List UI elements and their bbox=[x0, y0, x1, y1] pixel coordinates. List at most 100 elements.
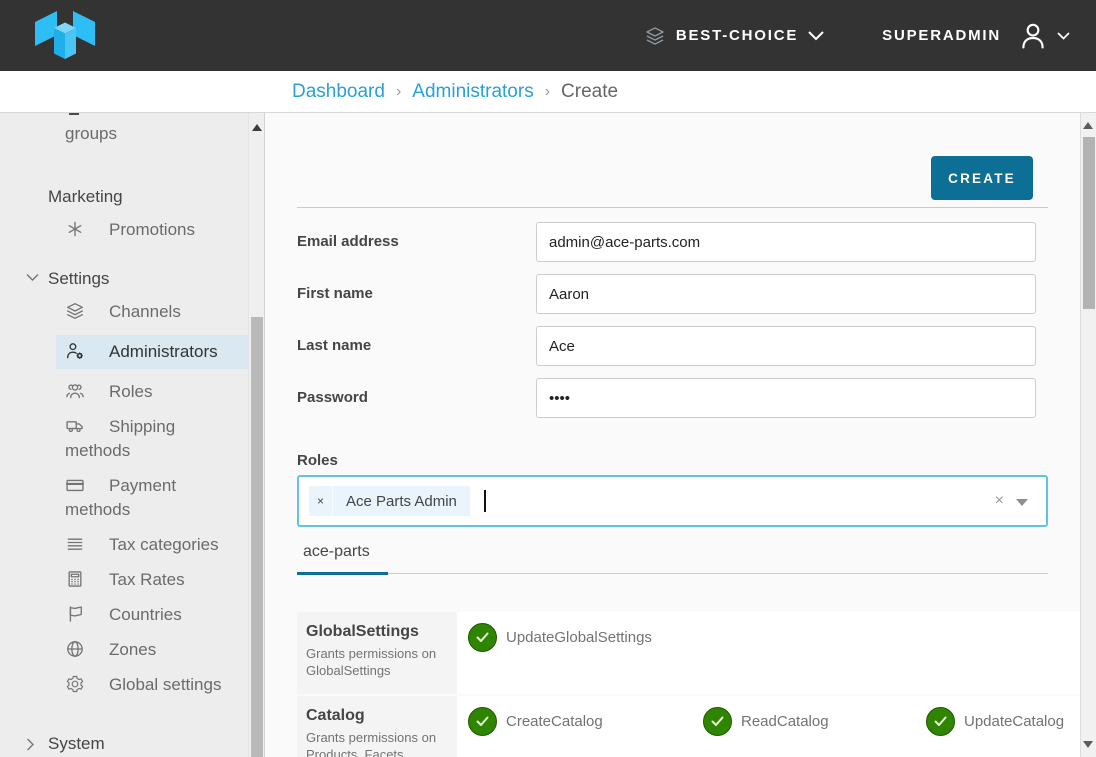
permission-group-header: Catalog Grants permissions on Products, … bbox=[297, 696, 457, 757]
email-address-label: Email address bbox=[297, 222, 536, 262]
sidebar-item-channels[interactable]: Channels bbox=[0, 300, 264, 324]
breadcrumb-dashboard[interactable]: Dashboard bbox=[292, 81, 385, 103]
email-address-field[interactable] bbox=[536, 222, 1036, 262]
asterisk-icon bbox=[65, 219, 85, 239]
toggle-read-catalog[interactable] bbox=[703, 707, 732, 736]
permission-cell: UpdateCatalog bbox=[915, 696, 1080, 757]
toggle-update-catalog[interactable] bbox=[926, 707, 955, 736]
permission-group-header: GlobalSettings Grants permissions on Glo… bbox=[297, 612, 457, 694]
permission-group-description: Grants permissions on Products, Facets bbox=[306, 729, 447, 757]
truck-icon bbox=[65, 416, 85, 436]
breadcrumb-separator: › bbox=[545, 83, 550, 101]
last-name-label: Last name bbox=[297, 326, 536, 366]
permission-cell: UpdateGlobalSettings bbox=[457, 612, 692, 694]
sidebar-item-tax-categories[interactable]: Tax categories bbox=[0, 533, 264, 557]
users-icon bbox=[65, 381, 85, 401]
layers-icon bbox=[65, 301, 85, 321]
tab-ace-parts[interactable]: ace-parts bbox=[297, 539, 388, 575]
clipped-icon bbox=[69, 113, 79, 115]
nav-section-system[interactable]: System bbox=[0, 733, 264, 755]
user-label: SUPERADMIN bbox=[882, 27, 1001, 44]
chevron-down-icon bbox=[26, 273, 39, 282]
first-name-field[interactable] bbox=[536, 274, 1036, 314]
permission-group-title: Catalog bbox=[306, 707, 447, 725]
sidebar-nav: groups Marketing Promotions Settings Cha… bbox=[0, 113, 264, 757]
sidebar-item-promotions[interactable]: Promotions bbox=[0, 218, 264, 242]
breadcrumb-current: Create bbox=[561, 81, 618, 103]
cog-icon bbox=[65, 674, 85, 694]
permission-cell: CreateCatalog bbox=[457, 696, 692, 757]
permission-label: UpdateCatalog bbox=[964, 707, 1064, 737]
roles-select[interactable]: × Ace Parts Admin × bbox=[297, 475, 1048, 527]
chevron-right-icon bbox=[26, 738, 35, 751]
scroll-down-icon[interactable] bbox=[1083, 741, 1093, 748]
list-icon bbox=[65, 534, 85, 554]
permission-row-catalog: Catalog Grants permissions on Products, … bbox=[297, 696, 1080, 757]
permission-label: ReadCatalog bbox=[741, 707, 829, 737]
scroll-up-icon[interactable] bbox=[1083, 122, 1093, 129]
credit-card-icon bbox=[65, 475, 85, 495]
vendure-logo[interactable] bbox=[33, 9, 97, 63]
sidebar-scrollbar[interactable] bbox=[248, 113, 264, 757]
toggle-update-globalsettings[interactable] bbox=[468, 623, 497, 652]
top-bar: BEST-CHOICE SUPERADMIN bbox=[0, 0, 1096, 71]
sidebar-item-countries[interactable]: Countries bbox=[0, 603, 264, 627]
first-name-label: First name bbox=[297, 274, 536, 314]
channel-tabs: ace-parts bbox=[297, 539, 1048, 574]
sidebar-item-global-settings[interactable]: Global settings bbox=[0, 673, 264, 697]
chevron-down-icon bbox=[1057, 32, 1070, 40]
caret-down-icon[interactable] bbox=[1016, 499, 1028, 506]
user-menu[interactable]: SUPERADMIN bbox=[882, 20, 1070, 52]
main-scrollbar[interactable] bbox=[1080, 113, 1096, 757]
role-chip: × Ace Parts Admin bbox=[309, 486, 470, 516]
text-cursor bbox=[484, 490, 486, 512]
nav-section-settings[interactable]: Settings bbox=[0, 268, 264, 290]
check-icon bbox=[476, 632, 489, 643]
nav-section-marketing: Marketing bbox=[0, 186, 264, 208]
permission-row-globalsettings: GlobalSettings Grants permissions on Glo… bbox=[297, 612, 1080, 694]
layers-icon bbox=[644, 25, 666, 47]
chevron-down-icon bbox=[808, 31, 824, 41]
breadcrumb-separator: › bbox=[396, 83, 401, 101]
sidebar-item-tax-rates[interactable]: Tax Rates bbox=[0, 568, 264, 592]
check-icon bbox=[934, 716, 947, 727]
globe-icon bbox=[65, 639, 85, 659]
user-gear-icon bbox=[65, 341, 85, 361]
clear-icon[interactable]: × bbox=[995, 492, 1004, 510]
header-divider bbox=[297, 207, 1048, 208]
sidebar-item-payment-methods[interactable]: Payment methods bbox=[0, 474, 264, 522]
permission-cell: ReadCatalog bbox=[692, 696, 915, 757]
sidebar-item-zones[interactable]: Zones bbox=[0, 638, 264, 662]
password-field[interactable] bbox=[536, 378, 1036, 418]
permissions-table: GlobalSettings Grants permissions on Glo… bbox=[297, 612, 1080, 757]
toggle-create-catalog[interactable] bbox=[468, 707, 497, 736]
permission-label: CreateCatalog bbox=[506, 707, 603, 737]
channel-switcher[interactable]: BEST-CHOICE bbox=[644, 25, 824, 47]
check-icon bbox=[476, 716, 489, 727]
breadcrumb-administrators[interactable]: Administrators bbox=[412, 81, 533, 103]
create-button[interactable]: CREATE bbox=[931, 156, 1033, 200]
chip-remove-icon[interactable]: × bbox=[309, 486, 333, 516]
topbar-right: BEST-CHOICE SUPERADMIN bbox=[644, 20, 1096, 52]
sidebar-item-customer-groups[interactable]: groups bbox=[0, 122, 264, 146]
person-icon bbox=[1017, 20, 1049, 52]
channel-label: BEST-CHOICE bbox=[676, 27, 798, 44]
permission-group-title: GlobalSettings bbox=[306, 623, 447, 641]
password-label: Password bbox=[297, 378, 536, 418]
role-chip-label: Ace Parts Admin bbox=[333, 493, 470, 510]
calculator-icon bbox=[65, 569, 85, 589]
main-scrollbar-thumb[interactable] bbox=[1083, 137, 1095, 309]
permission-label: UpdateGlobalSettings bbox=[506, 623, 652, 653]
administrator-form: Email address First name Last name Passw… bbox=[297, 222, 1048, 418]
breadcrumb: Dashboard › Administrators › Create bbox=[0, 71, 1096, 113]
check-icon bbox=[711, 716, 724, 727]
sidebar-item-shipping-methods[interactable]: Shipping methods bbox=[0, 415, 264, 463]
sidebar-item-roles[interactable]: Roles bbox=[0, 380, 264, 404]
sidebar-item-administrators[interactable]: Administrators bbox=[56, 335, 248, 369]
permission-group-description: Grants permissions on GlobalSettings bbox=[306, 645, 447, 679]
main-content: CREATE Email address First name Last nam… bbox=[264, 113, 1080, 757]
last-name-field[interactable] bbox=[536, 326, 1036, 366]
scroll-up-icon[interactable] bbox=[252, 124, 262, 131]
roles-label: Roles bbox=[297, 452, 1048, 469]
sidebar-scrollbar-thumb[interactable] bbox=[251, 317, 263, 757]
